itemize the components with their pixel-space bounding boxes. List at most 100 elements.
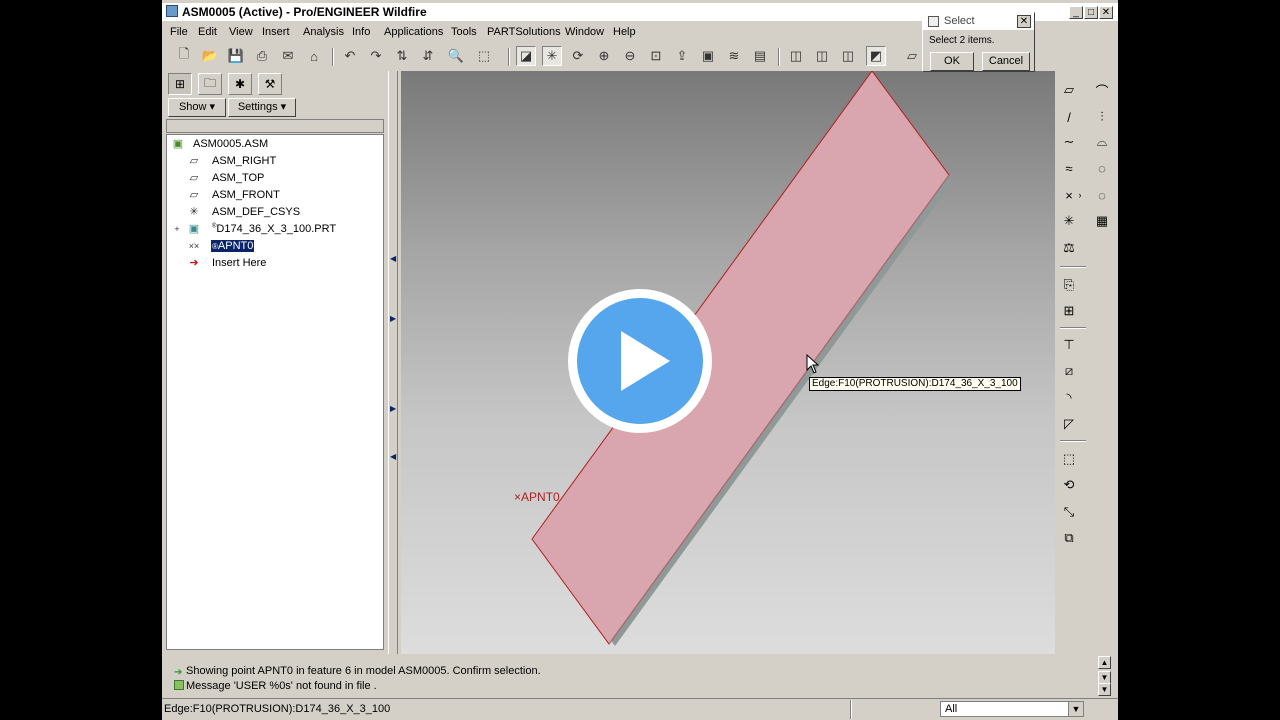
favorites-tab[interactable]: ✱ [228,73,252,95]
scroll-up-icon[interactable]: ▲ [1098,656,1111,669]
datum-axis-tool-icon[interactable]: / [1058,106,1080,128]
round-tool-icon[interactable]: ◝ [1058,387,1080,409]
folder-browser-tab[interactable]: 🗀 [198,73,222,95]
zoom-out-icon[interactable]: ⊖ [620,46,640,66]
expand-right-icon[interactable]: ▶ [390,404,396,413]
chamfer-tool-icon[interactable]: ◸ [1058,413,1080,435]
settings-dropdown-button[interactable]: Settings ▾ [228,98,296,117]
tree-item-apnt0[interactable]: ×̇× ®APNT0 [167,238,383,255]
menu-partsolutions[interactable]: PARTSolutions [487,26,561,38]
tree-item-asm-right[interactable]: ▱ ASM_RIGHT [167,153,383,170]
new-file-icon[interactable]: 🗋 [174,46,194,66]
orient-mode-icon[interactable]: ⟳ [568,46,588,66]
revolve-tool-icon[interactable]: ⟲ [1058,474,1080,496]
filter-value: All [945,703,958,715]
regenerate-manager-icon[interactable]: ⇵ [418,46,438,66]
redo-icon[interactable]: ↷ [366,46,386,66]
analysis-tool-icon[interactable]: ⚖ [1058,237,1080,259]
expand-icon[interactable]: + [170,223,184,235]
menu-file[interactable]: File [170,26,188,38]
feature-toolbar: ▱ ⌒ / ⫶ ∼ ⌓ ≈ ◌ × › ◌ ✳ ▦ ⚖ ⎘ ⊞ ⊤ ⧄ ◝ ◸ … [1055,71,1118,654]
wireframe-icon[interactable]: ◫ [786,46,806,66]
no-hidden-icon[interactable]: ◫ [838,46,858,66]
save-icon[interactable]: 💾 [226,46,246,66]
expand-right-icon[interactable]: ▶ [390,314,396,323]
print-icon[interactable]: ⎙ [252,46,272,66]
spin-center-icon[interactable]: ✳ [542,46,562,66]
refit-icon[interactable]: ◪ [516,46,536,66]
tree-item-asm-top[interactable]: ▱ ASM_TOP [167,170,383,187]
create-component-icon[interactable]: ⊞ [1058,300,1080,322]
scroll-down-icon[interactable]: ▼ [1098,683,1111,696]
connections-tab[interactable]: ⚒ [258,73,282,95]
reorient-icon[interactable]: ⇪ [672,46,692,66]
minimize-button[interactable]: _ [1069,6,1083,19]
chevron-down-icon[interactable]: ▼ [1068,702,1083,716]
tree-item-asm-def-csys[interactable]: ✳ ASM_DEF_CSYS [167,204,383,221]
extrude-tool-icon[interactable]: ⬚ [1058,448,1080,470]
sweep-tool-icon[interactable]: ⤡ [1058,501,1080,523]
zoom-fit-icon[interactable]: ⊡ [646,46,666,66]
add-component-icon[interactable]: ⎘ [1058,274,1080,296]
shading-icon[interactable]: ◩ [866,46,886,66]
regenerate-icon[interactable]: ⇅ [392,46,412,66]
undo-icon[interactable]: ↶ [340,46,360,66]
datum-plane-tool-icon[interactable]: ▱ [1058,79,1080,101]
send-icon[interactable]: ✉ [278,46,298,66]
tree-item-asm-front[interactable]: ▱ ASM_FRONT [167,187,383,204]
menu-analysis[interactable]: Analysis [303,26,344,38]
coordinate-system-icon: ✳ [189,206,199,218]
coordinate-system-tool-icon[interactable]: ✳ [1058,210,1080,232]
model-tree-tab[interactable]: ⊞ [168,73,192,95]
grid-tool-icon[interactable]: ▦ [1091,210,1113,232]
blend-tool-icon[interactable]: ⧉ [1058,527,1080,549]
menu-view[interactable]: View [229,26,253,38]
merge-tool-icon[interactable]: ◌ [1091,184,1113,206]
select-dialog-titlebar[interactable]: Select ✕ [923,13,1034,30]
close-icon[interactable]: ✕ [1017,15,1031,28]
menu-help[interactable]: Help [613,26,636,38]
menu-applications[interactable]: Applications [384,26,443,38]
shell-tool-icon[interactable]: ⧄ [1058,360,1080,382]
menu-edit[interactable]: Edit [198,26,217,38]
tree-item-asm0005[interactable]: ▣ ASM0005.ASM [167,136,383,153]
hidden-line-icon[interactable]: ◫ [812,46,832,66]
show-dropdown-button[interactable]: Show ▾ [168,98,226,117]
view-manager-icon[interactable]: ▤ [750,46,770,66]
maximize-button[interactable]: □ [1084,6,1098,19]
graphics-viewport[interactable]: ×APNT0 Edge:F10(PROTRUSION):D174_36_X_3_… [401,71,1055,654]
flyout-arrow-icon[interactable]: › [1075,184,1085,206]
mirror-tool-icon[interactable]: ⫶ [1091,106,1113,128]
cancel-button[interactable]: Cancel [982,52,1030,71]
play-button[interactable] [566,287,714,435]
hole-tool-icon[interactable]: ⊤ [1058,334,1080,356]
navigator-splitter[interactable]: ◀ ▶ ▶ ◀ [388,71,398,654]
menu-info[interactable]: Info [352,26,370,38]
find-icon[interactable]: 🔍 [446,46,466,66]
sketched-curve-tool-icon[interactable]: ≈ [1058,157,1080,179]
selection-filter-dropdown[interactable]: All ▼ [940,701,1084,717]
saved-views-icon[interactable]: ▣ [698,46,718,66]
datum-plane-display-icon[interactable]: ▱ [902,46,922,66]
menu-insert[interactable]: Insert [262,26,290,38]
copy-tool-icon[interactable]: ◌ [1091,157,1113,179]
layers-icon[interactable]: ≋ [724,46,744,66]
open-folder-icon[interactable]: 📂 [200,46,220,66]
folder-icon: 🗀 [203,75,216,90]
tree-item-insert-here[interactable]: ➜ Insert Here [167,255,383,272]
datum-curve-tool-icon[interactable]: ∼ [1058,131,1080,153]
close-window-button[interactable]: ✕ [1099,6,1113,19]
tree-item-part[interactable]: + ▣ ®D174_36_X_3_100.PRT [167,221,383,238]
ok-button[interactable]: OK [930,52,974,71]
email-icon[interactable]: ⌂ [304,46,324,66]
sketch-tool-icon[interactable]: ⌒ [1091,79,1113,101]
pattern-tool-icon[interactable]: ⌓ [1091,131,1113,153]
insert-arrow-icon: ➜ [189,257,199,269]
zoom-in-icon[interactable]: ⊕ [594,46,614,66]
menu-tools[interactable]: Tools [451,26,477,38]
datum-point-marker[interactable]: ×APNT0 [514,490,560,504]
selection-box-icon[interactable]: ⬚ [474,46,494,66]
collapse-left-icon[interactable]: ◀ [390,452,396,461]
menu-window[interactable]: Window [565,26,604,38]
collapse-left-icon[interactable]: ◀ [390,254,396,263]
